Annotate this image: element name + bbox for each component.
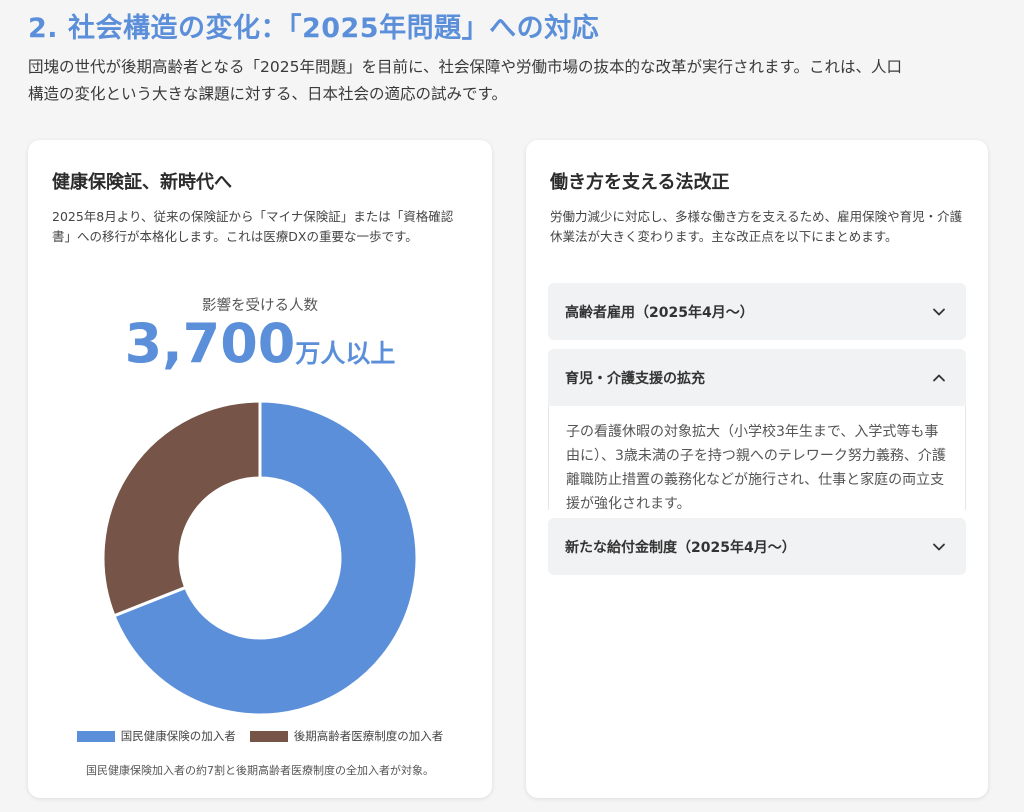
legend-item[interactable]: 後期高齢者医療制度の加入者 [249, 728, 444, 744]
page-title: 2. 社会構造の変化：「2025年問題」への対応 [28, 13, 600, 44]
donut-slice[interactable] [101, 399, 262, 618]
page: 2. 社会構造の変化：「2025年問題」への対応 団塊の世代が後期高齢者となる「… [0, 0, 1024, 812]
accordion-item-childcare-support: 育児・介護支援の拡充 子の看護休暇の対象拡大（小学校3年生まで、入学式等も事由に… [548, 349, 966, 510]
accordion-header[interactable]: 新たな給付金制度（2025年4月〜） [548, 518, 966, 575]
accordion-label: 育児・介護支援の拡充 [565, 370, 705, 387]
labor-law-card: 働き方を支える法改正 労働力減少に対応し、多様な働き方を支えるため、雇用保険や育… [526, 140, 988, 798]
page-intro: 団塊の世代が後期高齢者となる「2025年問題」を目前に、社会保障や労働市場の抜本… [28, 58, 902, 103]
card-title: 働き方を支える法改正 [550, 172, 730, 193]
legend-swatch [249, 730, 288, 742]
accordion-header[interactable]: 育児・介護支援の拡充 [548, 349, 966, 406]
accordion-body: 子の看護休暇の対象拡大（小学校3年生まで、入学式等も事由に）、3歳未満の子を持つ… [548, 406, 966, 510]
legend-label: 国民健康保険の加入者 [120, 729, 236, 743]
legend-item[interactable]: 国民健康保険の加入者 [76, 728, 236, 744]
chart-legend: 国民健康保険の加入者 後期高齢者医療制度の加入者 [28, 728, 492, 744]
legend-swatch [76, 730, 115, 742]
accordion-header[interactable]: 高齢者雇用（2025年4月〜） [548, 283, 966, 340]
legend-label: 後期高齢者医療制度の加入者 [293, 729, 444, 743]
chevron-down-icon [933, 308, 945, 315]
stat-value: 3,700万人以上 [28, 312, 492, 375]
card-title: 健康保険証、新時代へ [52, 172, 232, 193]
chevron-down-icon [933, 543, 945, 550]
health-insurance-card: 健康保険証、新時代へ 2025年8月より、従来の保険証から「マイナ保険証」または… [28, 140, 492, 798]
chevron-up-icon [933, 374, 945, 381]
stat-number: 3,700 [124, 312, 296, 375]
card-description: 労働力減少に対応し、多様な働き方を支えるため、雇用保険や育児・介護休業法が大きく… [550, 209, 963, 244]
accordion-label: 高齢者雇用（2025年4月〜） [565, 304, 754, 321]
card-description: 2025年8月より、従来の保険証から「マイナ保険証」または「資格確認書」への移行… [52, 209, 454, 244]
donut-chart [101, 399, 419, 717]
accordion-label: 新たな給付金制度（2025年4月〜） [565, 539, 796, 556]
accordion-item-elderly-employment: 高齢者雇用（2025年4月〜） [548, 283, 966, 340]
accordion-item-new-benefits: 新たな給付金制度（2025年4月〜） [548, 518, 966, 575]
chart-footnote: 国民健康保険加入者の約7割と後期高齢者医療制度の全加入者が対象。 [86, 764, 434, 777]
stat-unit: 万人以上 [295, 339, 396, 368]
